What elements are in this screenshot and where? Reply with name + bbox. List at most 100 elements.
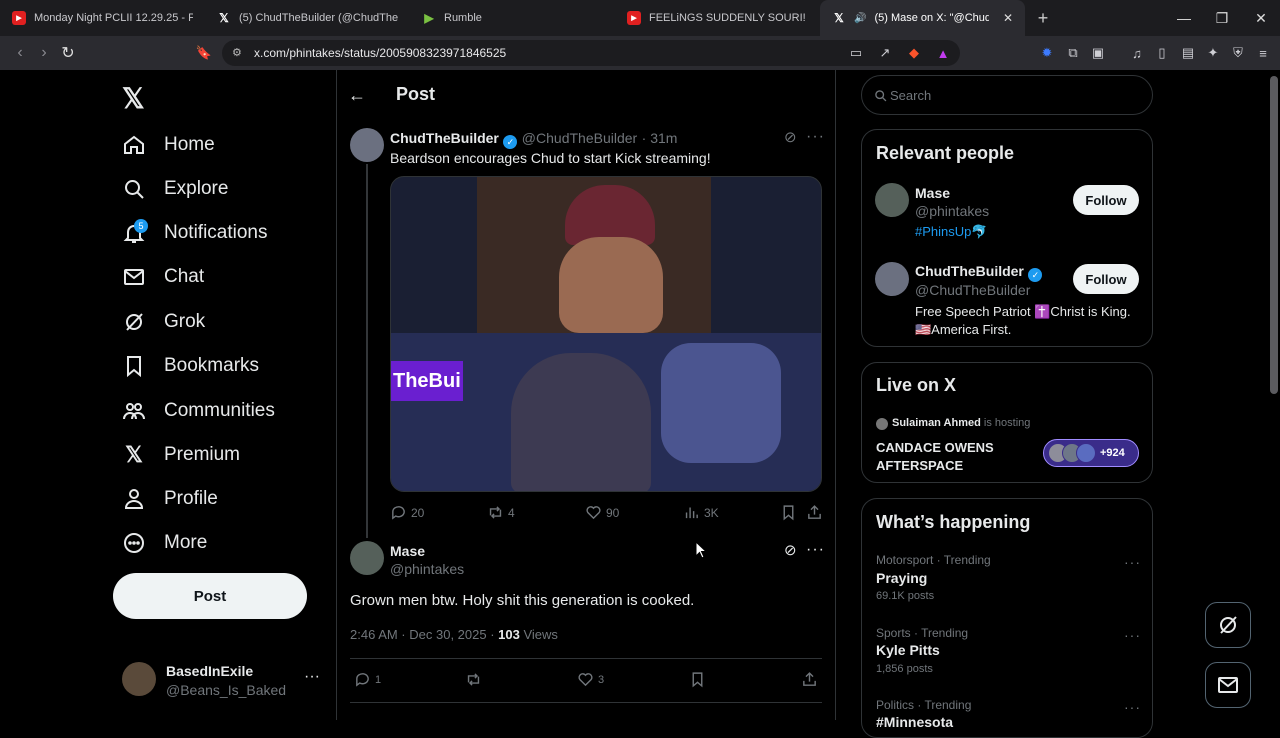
avatar[interactable] [350, 541, 384, 575]
post-time[interactable]: · 31m [642, 130, 678, 146]
messages-fab-button[interactable] [1205, 662, 1251, 708]
trend-category: Sports · Trending [876, 626, 969, 640]
sidebar-item-label: Communities [164, 400, 275, 421]
sidebar-item-label: Profile [164, 488, 218, 509]
trend-posts: 1,856 posts [876, 663, 933, 675]
space-listeners[interactable]: +924 [1043, 439, 1139, 467]
sidebar-item-communities[interactable]: Communities [122, 394, 275, 428]
author-name[interactable]: ChudTheBuilder [390, 130, 499, 146]
trend-name[interactable]: Praying [876, 570, 927, 586]
speaker-icon[interactable]: 🔊 [854, 13, 866, 24]
host-name[interactable]: Sulaiman Ahmed [892, 417, 981, 429]
bookmark-button[interactable] [689, 671, 706, 688]
sidebar-item-chat[interactable]: Chat [122, 260, 204, 294]
sidebar-item-grok[interactable]: Grok [122, 305, 205, 339]
brave-shield-icon[interactable]: ◆ [906, 45, 922, 61]
person-name[interactable]: ChudTheBuilder [915, 263, 1024, 279]
like-button[interactable]: 90 [585, 504, 619, 521]
extension-icon[interactable]: ✹ [1039, 45, 1055, 61]
vpn-icon[interactable]: ⛨ [1230, 45, 1246, 61]
sidebar-item-bookmarks[interactable]: Bookmarks [122, 349, 259, 383]
views-button[interactable]: 3K [683, 504, 719, 521]
bookmark-icon [692, 672, 703, 688]
card-title: Relevant people [876, 143, 1015, 163]
browser-tab[interactable]: ▶ Monday Night PCLII 12.29.25 - Perry [0, 0, 205, 36]
author-name[interactable]: Mase [390, 543, 425, 559]
account-switcher[interactable]: BasedInExile @Beans_Is_Baked ··· [122, 660, 322, 700]
brave-rewards-icon[interactable]: ▲ [935, 45, 951, 61]
grok-icon[interactable]: ⊘ [784, 541, 797, 559]
repost-button[interactable]: 4 [487, 504, 515, 521]
follow-button[interactable]: Follow [1073, 264, 1139, 294]
like-button[interactable]: 3 [577, 671, 604, 688]
menu-icon[interactable]: ≡ [1255, 45, 1271, 61]
grok-icon[interactable]: ⊘ [784, 128, 797, 146]
cast-icon[interactable]: ▭ [848, 45, 864, 61]
site-info-icon[interactable]: ⚙ [232, 46, 242, 59]
x-logo-icon[interactable]: 𝕏 [122, 82, 145, 115]
more-icon[interactable]: ··· [304, 668, 320, 686]
more-icon[interactable]: ··· [1124, 627, 1141, 643]
sidebar-item-explore[interactable]: Explore [122, 172, 228, 206]
maximize-button[interactable]: ❐ [1203, 0, 1241, 36]
browser-tab[interactable]: ▶ FEELiNGS SUDDENLY SOURI! NOW I [615, 0, 820, 36]
sidebar-item-more[interactable]: More [122, 526, 207, 560]
back-icon[interactable]: ‹ [8, 41, 32, 65]
author-handle[interactable]: @phintakes [390, 561, 464, 577]
avatar[interactable] [350, 128, 384, 162]
share-icon[interactable]: ↗ [877, 45, 893, 61]
back-arrow-icon[interactable]: ← [348, 85, 366, 106]
close-icon[interactable]: ✕ [1003, 11, 1013, 25]
share-button[interactable] [801, 671, 818, 688]
sidebar-item-premium[interactable]: 𝕏 Premium [122, 438, 240, 472]
heart-icon [586, 506, 601, 520]
new-tab-button[interactable]: + [1025, 0, 1061, 36]
browser-tab[interactable]: ▶ Rumble [410, 0, 615, 36]
forward-icon[interactable]: › [32, 41, 56, 65]
trend-name[interactable]: #Minnesota [876, 714, 953, 730]
wallet-icon[interactable]: ▤ [1180, 45, 1196, 61]
more-icon[interactable]: ··· [1124, 554, 1141, 570]
share-button[interactable] [806, 504, 823, 521]
leo-icon[interactable]: ✦ [1205, 45, 1221, 61]
screenshot-icon[interactable]: ▣ [1090, 45, 1106, 61]
repost-button[interactable] [465, 671, 482, 688]
reply-button[interactable]: 1 [354, 671, 381, 688]
grok-fab-button[interactable] [1205, 602, 1251, 648]
person-handle[interactable]: @phintakes [915, 203, 989, 219]
reply-count: 20 [411, 505, 425, 520]
scrollbar-thumb[interactable] [1270, 76, 1278, 394]
search-input[interactable]: Search [861, 75, 1153, 115]
person-handle[interactable]: @ChudTheBuilder [915, 282, 1030, 298]
post-button[interactable]: Post [113, 573, 307, 619]
avatar[interactable] [875, 183, 909, 217]
browser-tab[interactable]: 𝕏 (5) ChudTheBuilder (@ChudTheBuild [205, 0, 410, 36]
person-name[interactable]: Mase [915, 185, 950, 201]
puzzle-icon[interactable]: ⧉ [1065, 45, 1081, 61]
bookmark-page-icon[interactable]: 🔖 [192, 41, 216, 65]
sidebar-item-notifications[interactable]: 5 Notifications [122, 216, 268, 250]
bookmark-button[interactable] [780, 504, 797, 521]
post-video[interactable]: TheBui [390, 176, 822, 492]
more-icon[interactable]: ··· [806, 128, 825, 146]
browser-tab-active[interactable]: 𝕏 🔊 (5) Mase on X: "@ChudTheBu ✕ [820, 0, 1025, 36]
sidebar-item-home[interactable]: Home [122, 128, 215, 162]
author-handle[interactable]: @ChudTheBuilder [522, 130, 637, 146]
more-icon[interactable]: ··· [806, 541, 825, 559]
music-icon[interactable]: ♫ [1129, 45, 1145, 61]
more-icon[interactable]: ··· [1124, 699, 1141, 715]
sidebar-toggle-icon[interactable]: ▯ [1154, 45, 1170, 61]
post-timestamp[interactable]: 2:46 AM · Dec 30, 2025 · [350, 627, 498, 642]
reload-icon[interactable]: ↻ [56, 41, 80, 65]
bookmark-icon [122, 354, 146, 378]
minimize-button[interactable]: — [1165, 0, 1203, 36]
follow-button[interactable]: Follow [1073, 185, 1139, 215]
person-bio[interactable]: #PhinsUp🐬 [915, 224, 988, 240]
reply-button[interactable]: 20 [390, 504, 424, 521]
trend-name[interactable]: Kyle Pitts [876, 642, 940, 658]
whats-happening-card: What’s happening Motorsport · Trending P… [861, 498, 1153, 738]
sidebar-item-profile[interactable]: Profile [122, 482, 218, 516]
window-close-button[interactable]: ✕ [1242, 0, 1280, 36]
space-title[interactable]: CANDACE OWENS AFTERSPACE [876, 439, 1026, 475]
avatar[interactable] [875, 262, 909, 296]
